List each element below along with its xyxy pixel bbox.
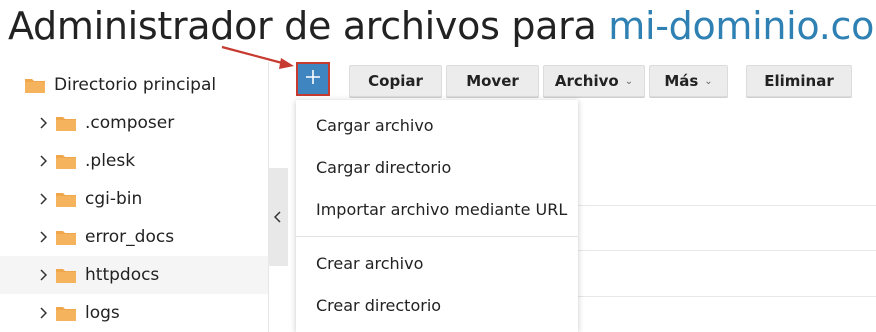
page-title: Administrador de archivos para mi-domini… [8, 2, 876, 50]
title-prefix: Administrador de archivos para [8, 4, 597, 48]
menu-item-create-directory[interactable]: Crear directorio [296, 285, 578, 325]
folder-icon [55, 190, 77, 208]
delete-button[interactable]: Eliminar [746, 65, 852, 97]
add-button[interactable] [296, 62, 330, 96]
chevron-down-icon: ⌄ [624, 75, 634, 87]
chevron-right-icon[interactable] [36, 305, 50, 321]
menu-item-import-url[interactable]: Importar archivo mediante URL [296, 189, 578, 229]
folder-icon [55, 114, 77, 132]
menu-item-label: Cargar directorio [316, 157, 452, 177]
folder-icon [55, 228, 77, 246]
title-domain: mi-dominio.com [608, 4, 876, 48]
sidebar-collapse-button[interactable] [268, 168, 288, 266]
delete-button-label: Eliminar [764, 72, 834, 90]
tree-item-logs[interactable]: logs [0, 294, 268, 332]
folder-icon [55, 304, 77, 322]
tree-item-root[interactable]: Directorio principal [0, 66, 268, 104]
plus-icon [305, 69, 321, 89]
chevron-right-icon[interactable] [36, 267, 50, 283]
chevron-left-icon [273, 208, 282, 227]
menu-item-create-file[interactable]: Crear archivo [296, 243, 578, 283]
menu-separator [296, 236, 578, 237]
tree-item-label: error_docs [85, 227, 175, 247]
copy-button-label: Copiar [368, 72, 423, 90]
tree-item-httpdocs[interactable]: httpdocs [0, 256, 268, 294]
file-menu-label: Archivo [554, 72, 619, 90]
more-menu-button[interactable]: Más ⌄ [649, 65, 728, 97]
tree-item-cgi-bin[interactable]: cgi-bin [0, 180, 268, 218]
tree-item-label: .composer [85, 113, 175, 133]
chevron-right-icon[interactable] [36, 229, 50, 245]
tree-item-label: logs [85, 303, 120, 323]
move-button-label: Mover [466, 72, 519, 90]
tree-item-label: Directorio principal [54, 75, 217, 95]
folder-icon [55, 152, 77, 170]
menu-item-upload-file[interactable]: Cargar archivo [296, 105, 578, 145]
folder-tree-sidebar: Directorio principal .composer .plesk cg… [0, 62, 268, 332]
file-menu-button[interactable]: Archivo ⌄ [543, 65, 645, 97]
add-dropdown-menu: Cargar archivo Cargar directorio Importa… [296, 100, 578, 332]
tree-item-composer[interactable]: .composer [0, 104, 268, 142]
menu-item-label: Importar archivo mediante URL [316, 199, 568, 219]
chevron-down-icon: ⌄ [704, 75, 713, 87]
chevron-right-icon[interactable] [36, 153, 50, 169]
tree-item-label: httpdocs [85, 265, 160, 285]
copy-button[interactable]: Copiar [349, 65, 442, 97]
folder-icon [24, 76, 46, 94]
more-menu-label: Más [664, 72, 699, 90]
tree-item-label: cgi-bin [85, 189, 143, 209]
tree-item-plesk[interactable]: .plesk [0, 142, 268, 180]
tree-item-error-docs[interactable]: error_docs [0, 218, 268, 256]
chevron-right-icon[interactable] [36, 191, 50, 207]
folder-icon [55, 266, 77, 284]
chevron-right-icon[interactable] [36, 115, 50, 131]
menu-item-label: Crear directorio [316, 295, 442, 315]
menu-item-upload-directory[interactable]: Cargar directorio [296, 147, 578, 187]
tree-item-label: .plesk [85, 151, 136, 171]
move-button[interactable]: Mover [446, 65, 539, 97]
menu-item-label: Cargar archivo [316, 115, 434, 135]
menu-item-label: Crear archivo [316, 253, 424, 273]
